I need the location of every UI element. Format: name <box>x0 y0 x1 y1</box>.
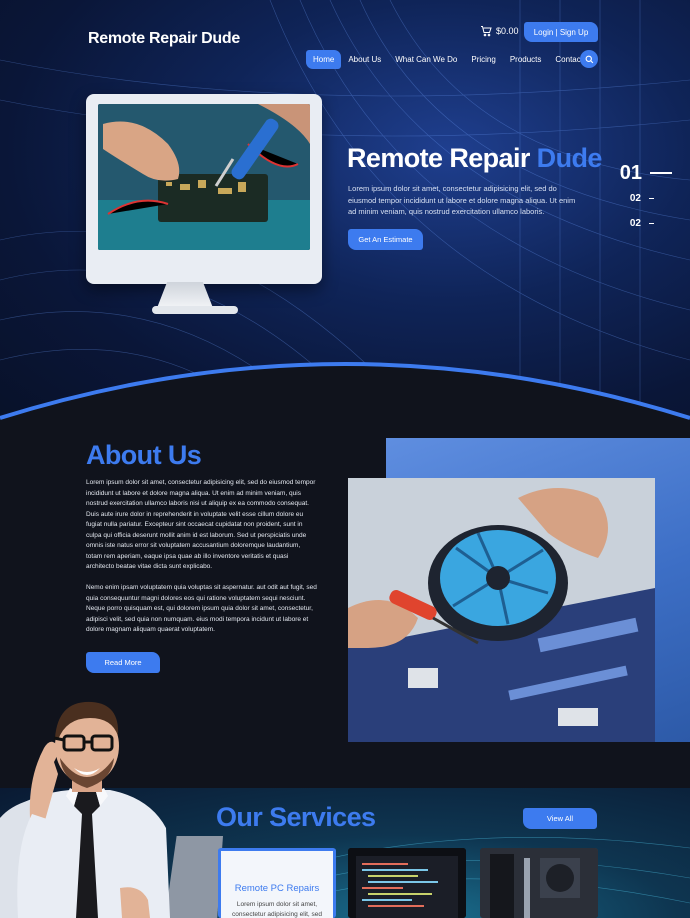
nav-what-can-we-do[interactable]: What Can We Do <box>388 50 464 69</box>
soldering-photo <box>98 104 310 250</box>
service-card-title: Remote PC Repairs <box>234 883 320 894</box>
login-signup-button[interactable]: Login | Sign Up <box>524 22 598 42</box>
view-all-button[interactable]: View All <box>523 808 597 829</box>
slide-number: 02 <box>629 218 641 229</box>
about-paragraph-1: Lorem ipsum dolor sit amet, consectetur … <box>86 479 316 570</box>
services-title: Our Services <box>216 802 376 832</box>
code-screen-illustration <box>348 848 466 918</box>
hero-title: Remote Repair Dude <box>347 143 602 174</box>
nav-about-us[interactable]: About Us <box>341 50 388 69</box>
about-title: About Us <box>86 440 202 470</box>
hardware-illustration <box>480 848 598 918</box>
monitor-stand-base <box>152 306 238 314</box>
site-logo[interactable]: Remote Repair Dude <box>88 30 240 48</box>
smiling-technician-image <box>0 701 170 918</box>
search-icon <box>585 55 593 63</box>
hero-title-accent: Dude <box>536 143 603 173</box>
nav-home[interactable]: Home <box>306 50 342 69</box>
service-card-remote-pc-repairs[interactable]: Remote PC Repairs Lorem ipsum dolor sit … <box>218 848 336 918</box>
cpu-fan-photo <box>348 478 655 742</box>
service-card-hardware-thumbnail[interactable] <box>480 848 598 918</box>
get-estimate-button[interactable]: Get An Estimate <box>348 229 423 250</box>
search-button[interactable] <box>580 50 598 68</box>
soldering-illustration <box>98 104 310 250</box>
slide-indicator-2[interactable]: 02 <box>600 186 690 211</box>
slide-number: 02 <box>629 193 641 204</box>
cart-total: $0.00 <box>496 26 519 36</box>
slide-indicators: 01 02 02 <box>600 160 690 236</box>
slide-indicator-1[interactable]: 01 <box>600 160 690 186</box>
hero-wave-divider <box>0 362 690 440</box>
read-more-button[interactable]: Read More <box>86 652 160 673</box>
slide-number: 01 <box>619 161 642 184</box>
cart-icon <box>481 26 492 37</box>
nav-pricing[interactable]: Pricing <box>464 50 502 69</box>
hero-description: Lorem ipsum dolor sit amet, consectetur … <box>348 184 576 216</box>
service-card-code-thumbnail[interactable] <box>348 848 466 918</box>
slide-indicator-3[interactable]: 02 <box>600 211 690 236</box>
about-paragraph-2: Nemo enim ipsam voluptatem quia voluptas… <box>86 584 317 633</box>
hero-title-main: Remote Repair <box>347 143 537 173</box>
cpu-fan-illustration <box>348 478 655 742</box>
nav-products[interactable]: Products <box>503 50 549 69</box>
service-card-text: Lorem ipsum dolor sit amet, consectetur … <box>232 901 322 918</box>
hero-monitor-image <box>86 94 322 284</box>
main-nav: Home About Us What Can We Do Pricing Pro… <box>306 50 590 69</box>
cart-button[interactable]: $0.00 <box>480 25 519 37</box>
